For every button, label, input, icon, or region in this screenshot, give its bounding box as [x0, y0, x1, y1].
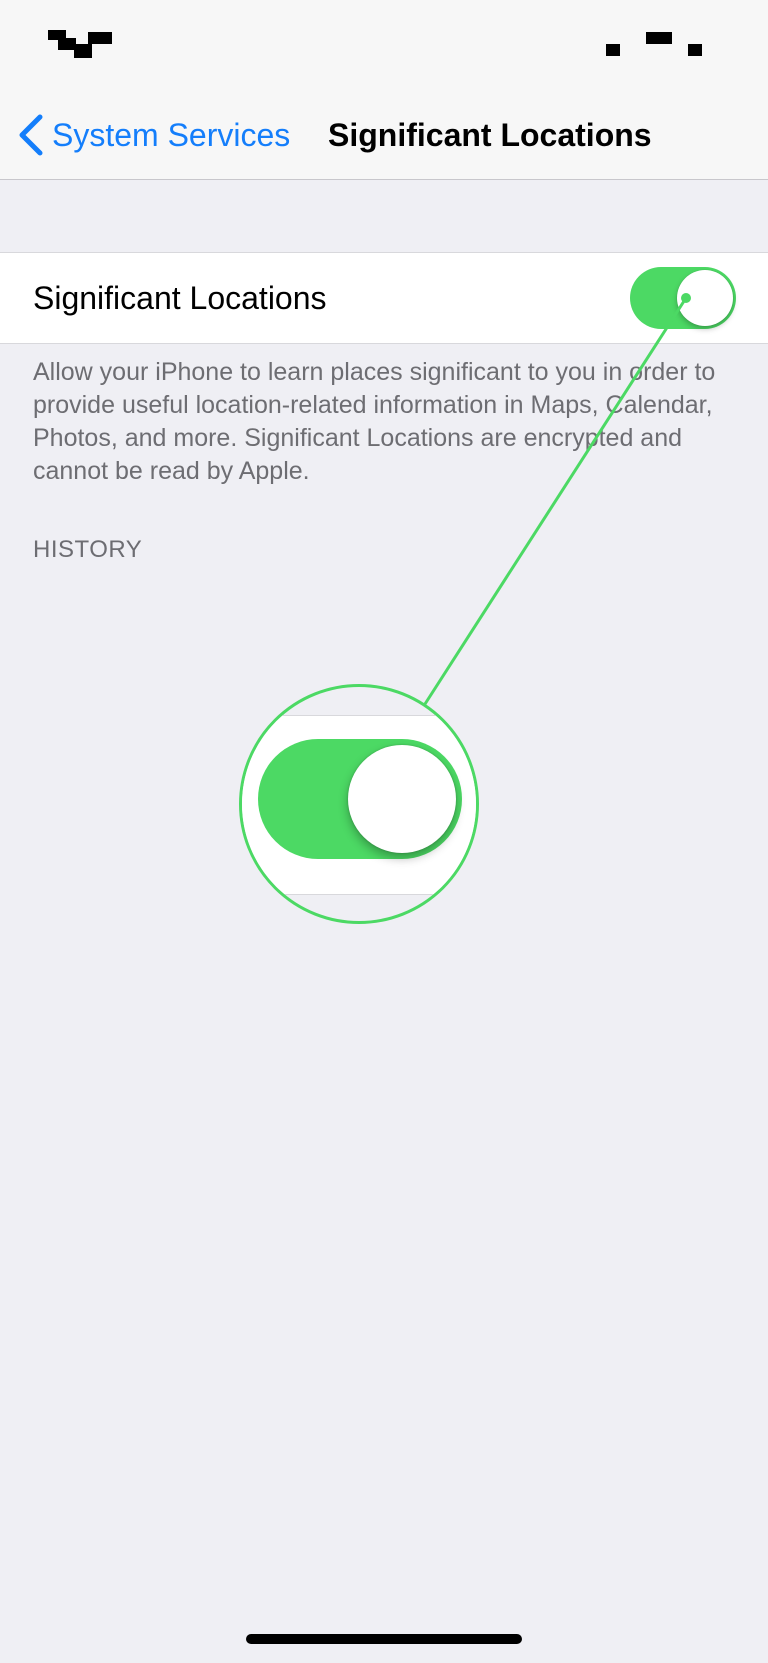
status-bar [0, 0, 768, 90]
back-button[interactable]: System Services [16, 110, 290, 160]
back-button-label: System Services [52, 117, 291, 153]
history-section-header: HISTORY [33, 536, 143, 563]
zoomed-toggle-knob [348, 745, 456, 853]
chevron-left-icon [19, 114, 43, 156]
zoom-magnifier [239, 684, 479, 924]
status-indicators-redacted-icon [606, 32, 702, 56]
toggle-knob [677, 270, 733, 326]
page-title: Significant Locations [328, 117, 652, 153]
setting-description: Allow your iPhone to learn places signif… [33, 358, 716, 485]
navigation-bar: System Services Significant Locations [0, 90, 768, 180]
significant-locations-label: Significant Locations [33, 280, 327, 316]
significant-locations-row: Significant Locations [0, 252, 768, 344]
significant-locations-toggle[interactable] [630, 267, 736, 329]
zoomed-toggle-illustration [258, 739, 462, 859]
time-redacted-icon [48, 30, 112, 58]
home-indicator[interactable] [246, 1634, 522, 1644]
